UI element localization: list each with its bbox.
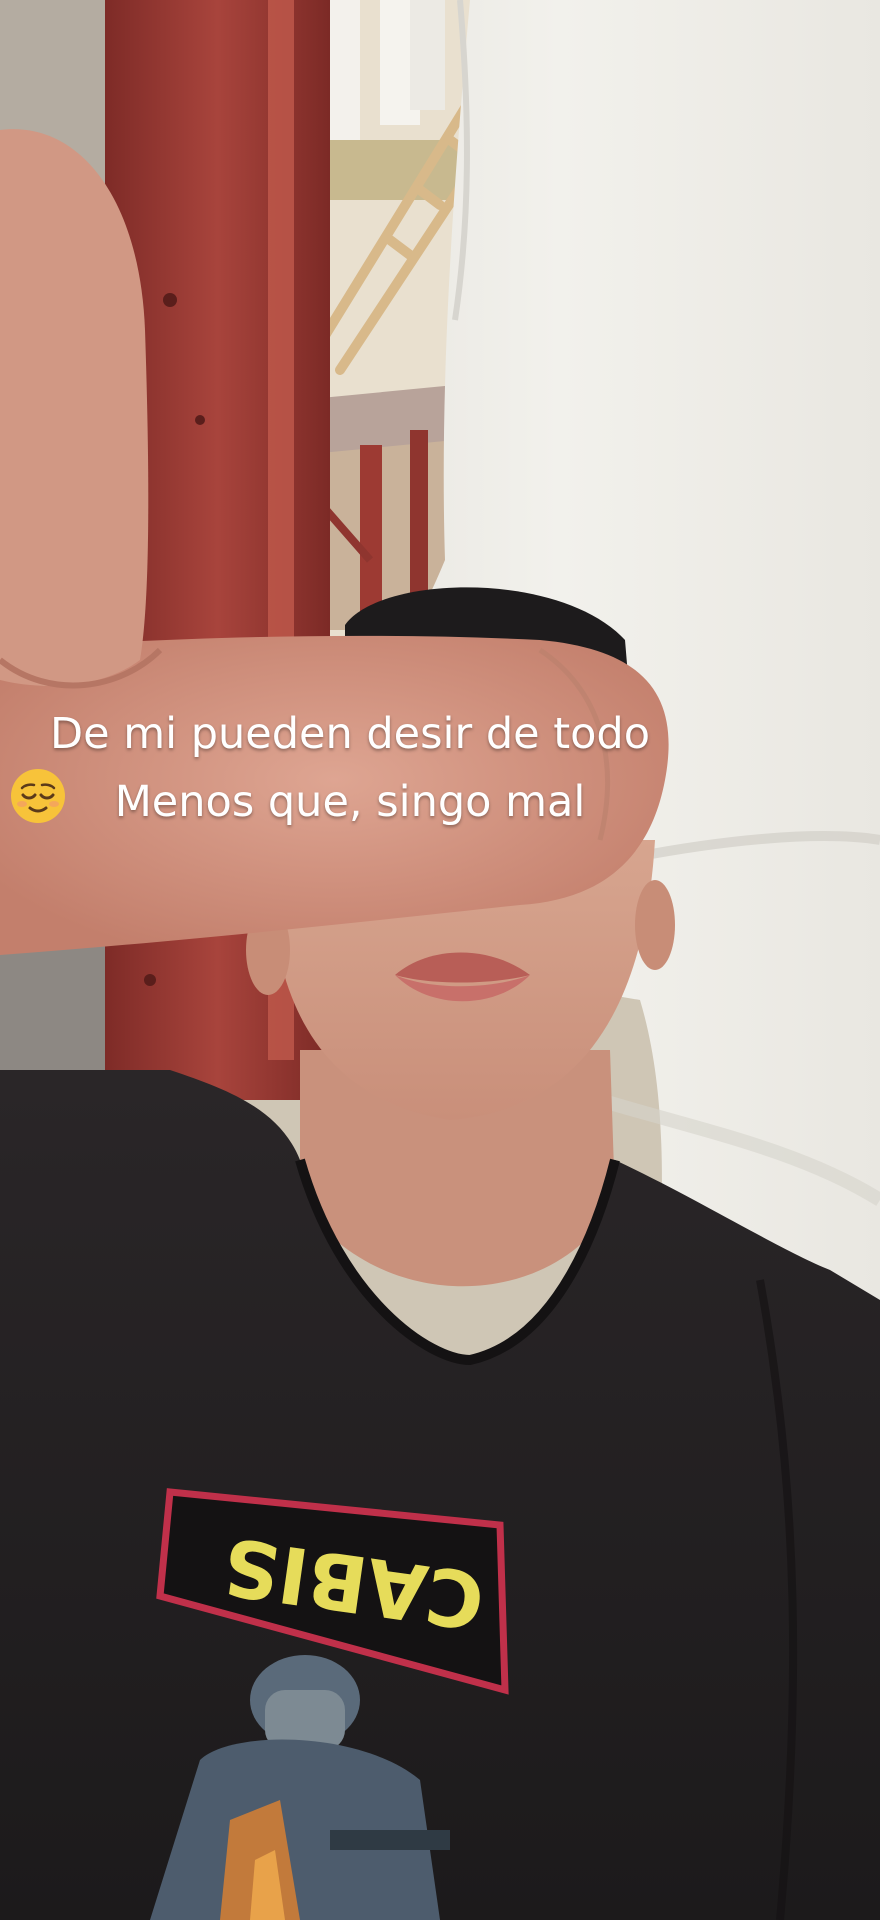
selfie-photo: CABIS <box>0 0 880 1920</box>
caption-line-2-text: Menos que, singo mal <box>114 777 586 827</box>
relieved-face-icon <box>11 769 65 823</box>
column-right <box>410 0 445 110</box>
ear-right <box>635 880 675 970</box>
photo-frame: CABIS De mi pueden desir de todo Menos q… <box>0 0 880 1920</box>
caption-line-1: De mi pueden desir de todo <box>49 709 651 759</box>
caption-line-2: Menos que, singo mal <box>0 768 700 836</box>
